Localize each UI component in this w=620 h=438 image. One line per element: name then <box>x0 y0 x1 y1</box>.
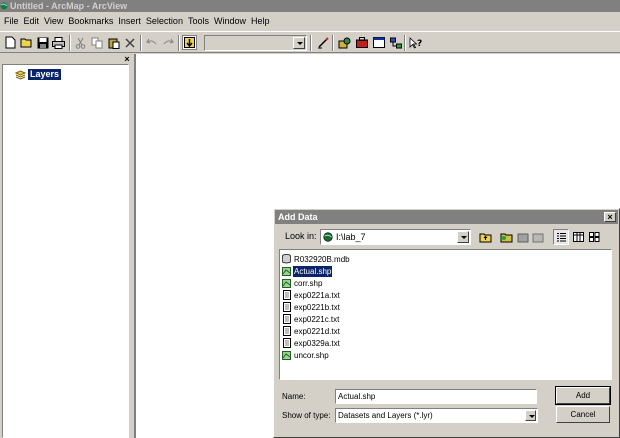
disconnect-folder-icon[interactable] <box>515 229 531 245</box>
dialog-title: Add Data <box>278 212 318 222</box>
toolbar-separator <box>404 35 406 51</box>
whats-this-help-icon[interactable]: ? <box>408 35 423 50</box>
file-item[interactable]: corr.shp <box>282 277 323 289</box>
show-of-type-label: Show of type: <box>282 411 331 420</box>
close-icon[interactable]: × <box>123 55 131 64</box>
standard-toolbar: ? <box>0 31 620 53</box>
file-name: exp0221d.txt <box>294 326 340 336</box>
redo-icon[interactable] <box>161 35 176 50</box>
chevron-down-icon[interactable] <box>457 231 469 243</box>
file-item[interactable]: exp0329a.txt <box>282 337 341 349</box>
delete-icon[interactable] <box>122 35 137 50</box>
menu-insert[interactable]: Insert <box>116 14 143 29</box>
layers-node[interactable]: Layers <box>15 69 62 80</box>
add-data-icon[interactable] <box>182 35 197 50</box>
file-name: exp0221a.txt <box>294 290 340 300</box>
file-name: exp0329a.txt <box>294 338 340 348</box>
menu-bar: File Edit View Bookmarks Insert Selectio… <box>0 13 620 30</box>
show-of-type-value: Datasets and Layers (*.lyr) <box>338 411 433 420</box>
shapefile-icon <box>282 278 291 288</box>
menu-file[interactable]: File <box>2 14 21 29</box>
new-folder-icon[interactable] <box>530 229 546 245</box>
look-in-combo[interactable]: I:\lab_7 <box>320 229 471 245</box>
print-icon[interactable] <box>51 35 66 50</box>
svg-text:?: ? <box>417 39 422 49</box>
file-list[interactable]: R032920B.mdb Actual.shp corr.shp exp0221… <box>279 249 612 380</box>
toc-tree[interactable]: Layers <box>2 64 129 438</box>
file-item[interactable]: R032920B.mdb <box>282 253 351 265</box>
file-item[interactable]: exp0221a.txt <box>282 289 341 301</box>
arccatalog-icon[interactable] <box>337 35 352 50</box>
name-label: Name: <box>282 392 306 401</box>
paste-icon[interactable] <box>106 35 121 50</box>
file-item[interactable]: exp0221c.txt <box>282 313 340 325</box>
menu-bookmarks[interactable]: Bookmarks <box>66 14 115 29</box>
menu-tools[interactable]: Tools <box>186 14 211 29</box>
thumbnails-view-icon[interactable] <box>586 229 602 245</box>
chevron-down-icon[interactable] <box>525 410 536 421</box>
file-name: R032920B.mdb <box>294 254 350 264</box>
menu-view[interactable]: View <box>42 14 65 29</box>
file-item[interactable]: exp0221d.txt <box>282 325 341 337</box>
table-of-contents-pane: × Layers <box>0 54 134 438</box>
toolbar-separator <box>310 35 312 51</box>
new-document-icon[interactable] <box>3 35 18 50</box>
text-file-icon <box>282 290 291 300</box>
toolbar-separator <box>178 35 180 51</box>
toolbar-separator <box>140 35 142 51</box>
file-item-selected[interactable]: Actual.shp <box>282 265 333 277</box>
shapefile-icon <box>282 266 291 276</box>
menu-edit[interactable]: Edit <box>22 14 42 29</box>
layers-stack-icon <box>15 69 26 80</box>
text-file-icon <box>282 326 291 336</box>
cancel-button[interactable]: Cancel <box>556 406 610 423</box>
file-item[interactable]: uncor.shp <box>282 349 330 361</box>
cut-icon[interactable] <box>73 35 88 50</box>
copy-icon[interactable] <box>89 35 104 50</box>
editor-toolbar-icon[interactable] <box>315 35 330 50</box>
details-view-icon[interactable] <box>570 229 586 245</box>
look-in-label: Look in: <box>285 231 317 241</box>
file-name: uncor.shp <box>294 350 329 360</box>
open-folder-icon[interactable] <box>19 35 34 50</box>
show-of-type-combo[interactable]: Datasets and Layers (*.lyr) <box>335 408 538 423</box>
text-file-icon <box>282 302 291 312</box>
add-button[interactable]: Add <box>555 386 611 405</box>
window-title: Untitled - ArcMap - ArcView <box>10 1 128 11</box>
window-icon[interactable] <box>371 35 386 50</box>
save-icon[interactable] <box>35 35 50 50</box>
close-icon[interactable]: × <box>604 212 616 222</box>
add-data-dialog: Add Data × Look in: I:\lab_7 R032920B.md… <box>273 208 620 438</box>
list-view-icon[interactable] <box>553 229 569 245</box>
shapefile-icon <box>282 350 291 360</box>
file-name: corr.shp <box>294 278 323 288</box>
dialog-titlebar: Add Data × <box>275 210 618 224</box>
toolbar-separator <box>69 35 71 51</box>
connect-folder-icon[interactable] <box>498 229 514 245</box>
drive-icon <box>323 232 333 242</box>
model-builder-icon[interactable] <box>388 35 403 50</box>
text-file-icon <box>282 338 291 348</box>
arcmap-globe-icon <box>0 2 8 10</box>
menu-help[interactable]: Help <box>249 14 272 29</box>
file-name: Actual.shp <box>293 265 333 277</box>
name-field[interactable]: Actual.shp <box>335 389 537 404</box>
map-scale-combo[interactable] <box>204 35 307 51</box>
geodatabase-icon <box>282 254 291 264</box>
window-titlebar: Untitled - ArcMap - ArcView <box>0 0 620 12</box>
look-in-value: I:\lab_7 <box>336 232 366 242</box>
text-file-icon <box>282 314 291 324</box>
layers-label[interactable]: Layers <box>28 69 62 80</box>
arctoolbox-icon[interactable] <box>354 35 369 50</box>
undo-icon[interactable] <box>144 35 159 50</box>
menu-selection[interactable]: Selection <box>144 14 185 29</box>
menu-window[interactable]: Window <box>212 14 248 29</box>
toc-header: × <box>0 54 134 64</box>
file-item[interactable]: exp0221b.txt <box>282 301 341 313</box>
up-one-level-icon[interactable] <box>477 229 493 245</box>
chevron-down-icon[interactable] <box>293 37 305 49</box>
file-name: exp0221b.txt <box>294 302 340 312</box>
file-name: exp0221c.txt <box>294 314 340 324</box>
toolbar-separator <box>332 35 334 51</box>
